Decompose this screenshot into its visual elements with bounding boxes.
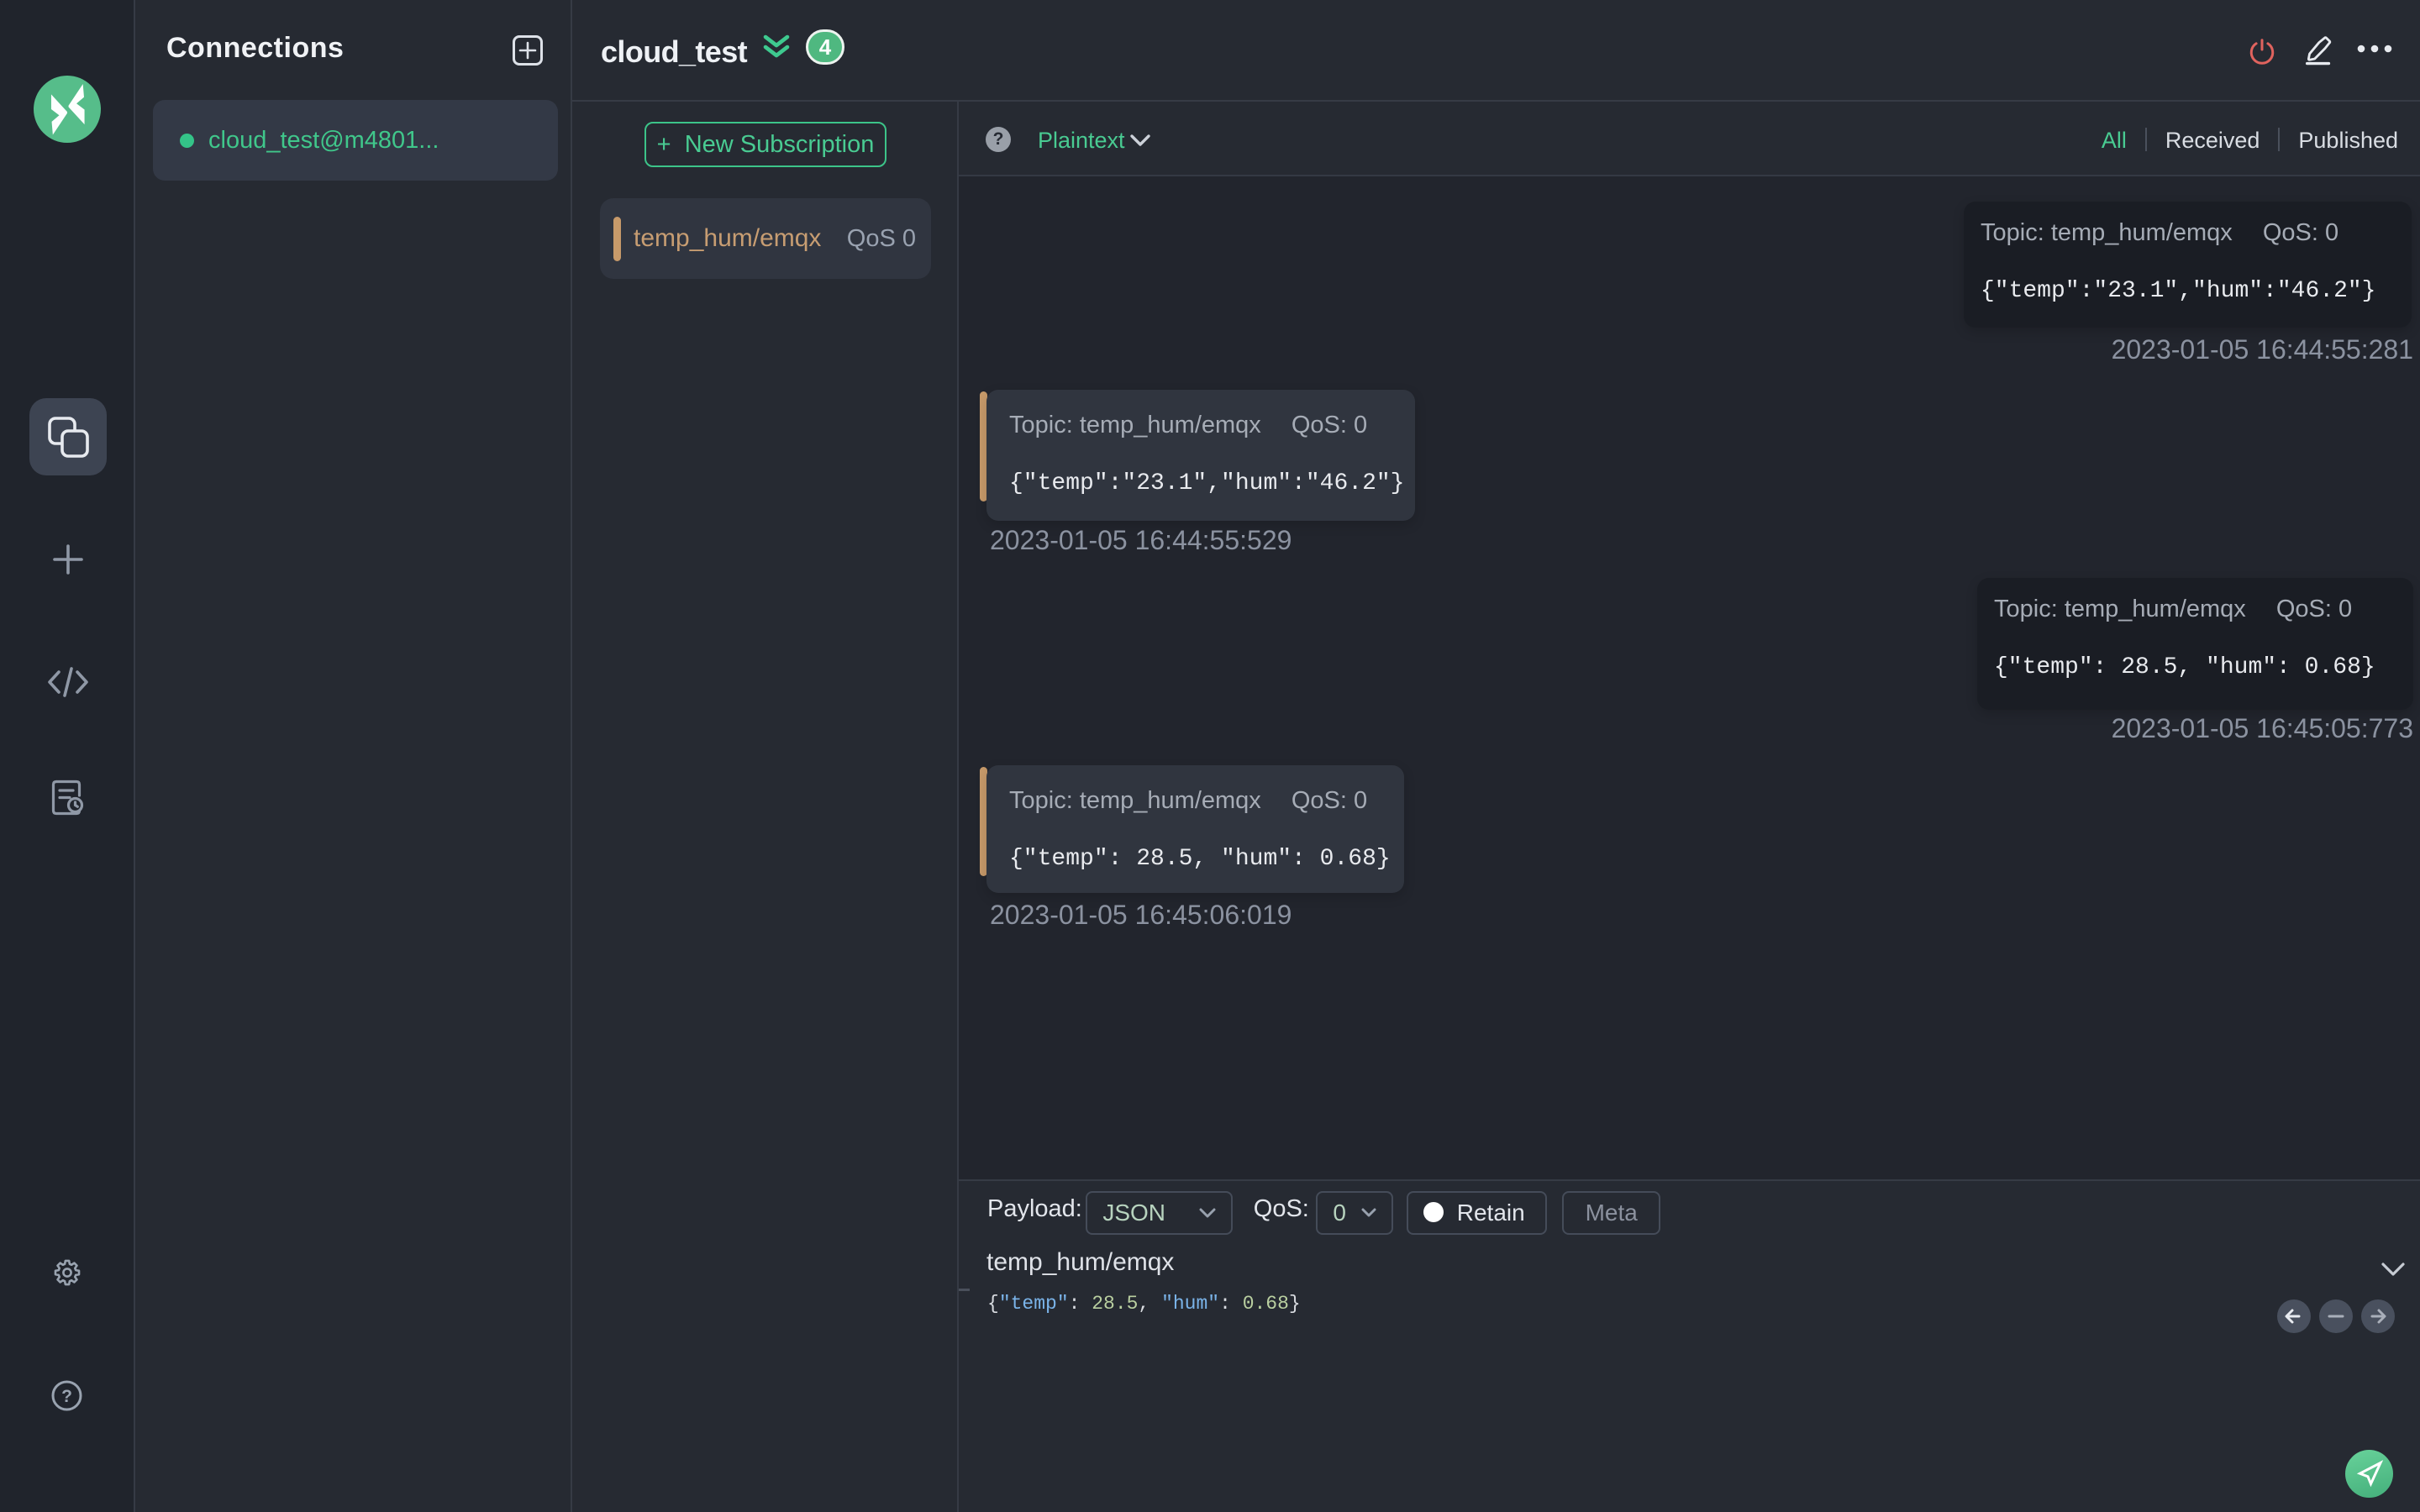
- svg-text:?: ?: [61, 1387, 72, 1406]
